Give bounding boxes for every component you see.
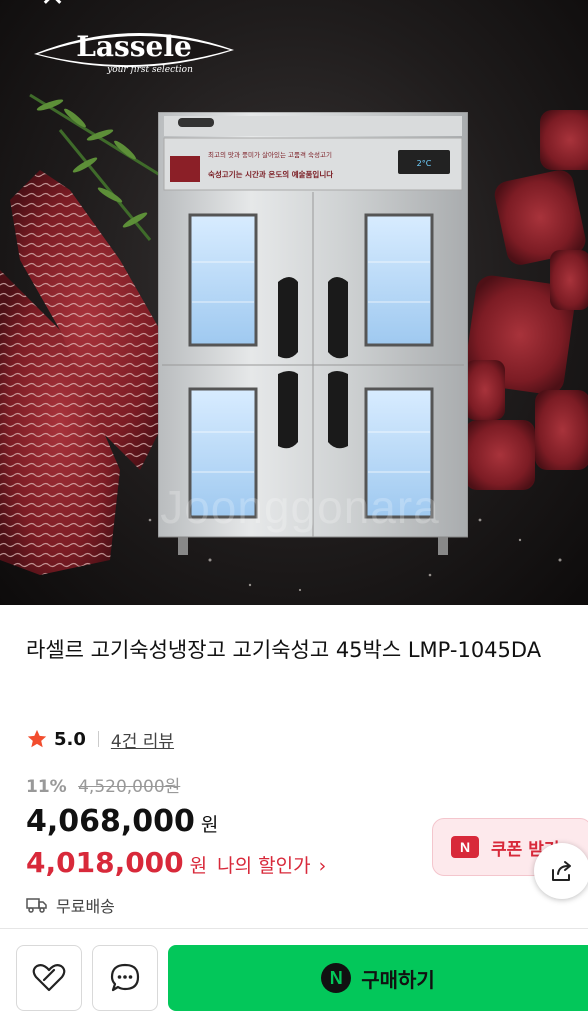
shipping-label: 무료배송 xyxy=(56,897,115,916)
rating-row: 5.0 4건 리뷰 xyxy=(26,724,174,754)
share-icon xyxy=(552,861,571,881)
rating-score: 5.0 xyxy=(54,728,86,750)
product-title: 라셀르 고기숙성냉장고 고기숙성고 45박스 LMP-1045DA xyxy=(26,638,542,662)
coupon-n-icon: N xyxy=(451,836,479,858)
share-button[interactable] xyxy=(534,843,588,899)
discount-percent: 11% xyxy=(26,777,67,797)
my-price-unit: 원 xyxy=(189,855,208,877)
review-link[interactable]: 4건 리뷰 xyxy=(111,727,174,752)
star-icon xyxy=(27,729,47,748)
my-discount-price-row[interactable]: 4,018,000 원 나의 할인가 › xyxy=(26,846,326,879)
chevron-right-icon: › xyxy=(318,855,327,877)
my-discount-price: 4,018,000 xyxy=(26,846,184,879)
buy-button[interactable]: N 구매하기 xyxy=(168,945,588,1011)
original-price: 4,520,000원 xyxy=(78,777,181,797)
naver-n-icon: N xyxy=(321,963,352,993)
display-readout: 2°C xyxy=(417,159,432,168)
truck-icon xyxy=(26,898,47,913)
bottom-action-bar: N 구매하기 xyxy=(0,928,588,1025)
heart-icon xyxy=(32,964,66,992)
watermark: Joonggonara xyxy=(160,481,440,533)
brand-tagline: your first selection xyxy=(106,65,193,75)
price-row: 4,068,000 원 xyxy=(26,804,218,839)
lassele-logo: Lassele your first selection xyxy=(34,30,234,75)
chat-icon xyxy=(110,963,140,992)
wishlist-button[interactable] xyxy=(16,945,82,1011)
divider xyxy=(97,731,99,747)
panel-text-1: 최고의 맛과 풍미가 살아있는 고품격 숙성고기 xyxy=(208,150,332,159)
sale-price: 4,068,000 xyxy=(26,804,195,839)
product-hero-image: ✕ xyxy=(0,0,588,605)
price-unit: 원 xyxy=(200,814,219,836)
buy-label: 구매하기 xyxy=(361,967,435,992)
brand-name: Lassele xyxy=(76,30,192,63)
panel-text-2: 숙성고기는 시간과 온도의 예술품입니다 xyxy=(208,169,333,179)
chat-button[interactable] xyxy=(92,945,158,1011)
shipping-row: 무료배송 xyxy=(26,893,115,917)
my-discount-label: 나의 할인가 xyxy=(217,855,311,877)
discount-row: 11% 4,520,000원 xyxy=(26,772,180,797)
